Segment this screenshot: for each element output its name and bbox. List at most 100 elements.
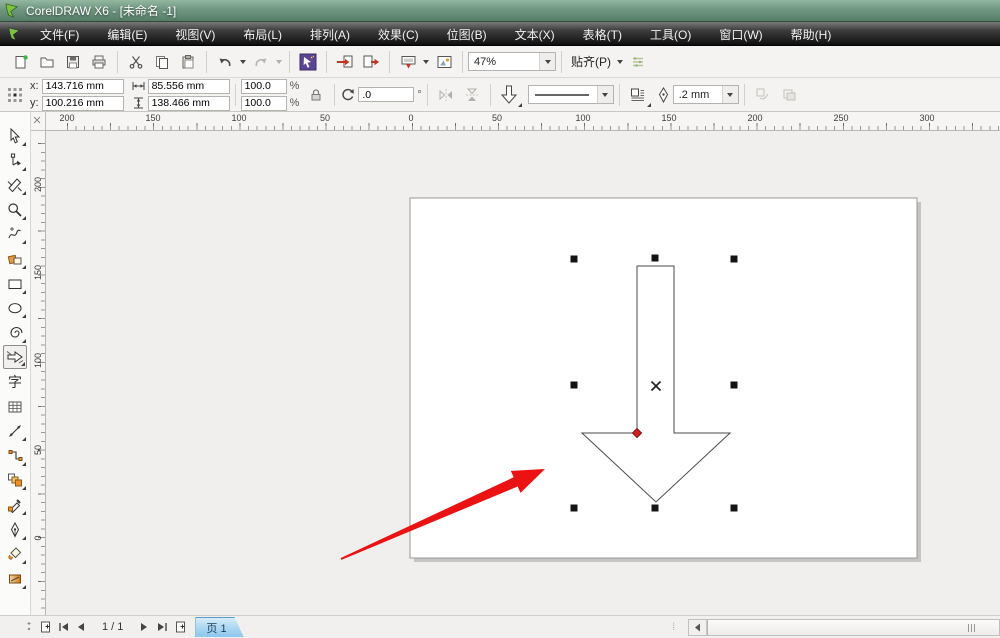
crop-tool-icon <box>7 178 22 193</box>
snap-to-dropdown[interactable] <box>615 49 625 75</box>
drawing-canvas[interactable] <box>46 131 1000 615</box>
outline-style-select[interactable] <box>527 85 614 104</box>
menu-text[interactable]: 文本(X) <box>501 23 569 46</box>
table-tool[interactable] <box>3 395 27 419</box>
horizontal-scrollbar[interactable] <box>688 618 1000 636</box>
paste-button[interactable] <box>175 49 201 75</box>
mirror-horizontal-button[interactable] <box>433 82 459 108</box>
menu-effects[interactable]: 效果(C) <box>364 23 433 46</box>
menu-bitmaps[interactable]: 位图(B) <box>433 23 501 46</box>
application-launcher-dropdown[interactable] <box>421 49 431 75</box>
previous-page-button[interactable] <box>72 618 90 636</box>
menu-table[interactable]: 表格(T) <box>569 23 636 46</box>
first-page-button[interactable] <box>54 618 72 636</box>
interactive-fill-tool[interactable] <box>3 567 27 591</box>
convert-to-curves-button[interactable] <box>750 82 776 108</box>
dimension-tool[interactable] <box>3 419 27 443</box>
basic-shapes-tool[interactable] <box>3 345 27 370</box>
copy-button[interactable] <box>149 49 175 75</box>
horizontal-ruler[interactable]: 200 150 100 50 0 50 100 150 200 250 300 <box>46 112 1000 131</box>
polygon-tool[interactable] <box>3 321 27 345</box>
save-button[interactable] <box>60 49 86 75</box>
rotation-angle-field[interactable] <box>358 87 415 102</box>
menu-arrange[interactable]: 排列(A) <box>296 23 364 46</box>
arrow-shape-picker-button[interactable] <box>496 82 522 108</box>
welcome-screen-button[interactable] <box>431 49 457 75</box>
handle-top-left[interactable] <box>570 255 578 263</box>
ruler-label: 100 <box>231 113 247 123</box>
last-page-button[interactable] <box>153 618 171 636</box>
print-button[interactable] <box>86 49 112 75</box>
handle-top-right[interactable] <box>730 255 738 263</box>
splitter-handle[interactable]: ⁞ <box>672 622 676 633</box>
menu-view[interactable]: 视图(V) <box>161 23 229 46</box>
scale-vertical-field[interactable] <box>240 95 287 111</box>
scale-horizontal-field[interactable] <box>240 78 287 94</box>
chevron-down-icon <box>544 59 551 64</box>
fill-tool[interactable] <box>3 542 27 566</box>
outline-style-preview <box>529 91 597 99</box>
handle-middle-right[interactable] <box>730 381 738 389</box>
menu-edit[interactable]: 编辑(E) <box>93 23 161 46</box>
new-document-button[interactable] <box>8 49 34 75</box>
snap-to-button[interactable]: 贴齐(P) <box>567 53 615 70</box>
height-icon <box>133 97 143 109</box>
handle-bottom-center[interactable] <box>651 504 659 512</box>
scroll-left-button[interactable] <box>689 619 707 635</box>
freehand-tool[interactable] <box>3 222 27 246</box>
zoom-dropdown-button[interactable] <box>539 53 555 70</box>
application-launcher-button[interactable] <box>395 49 421 75</box>
blend-tool[interactable] <box>3 468 27 492</box>
outline-style-dropdown-button[interactable] <box>596 86 613 103</box>
connector-tool[interactable] <box>3 444 27 468</box>
menu-tools[interactable]: 工具(O) <box>636 23 705 46</box>
smart-fill-tool[interactable] <box>3 247 27 271</box>
outline-width-dropdown-button[interactable] <box>721 86 738 103</box>
text-tool[interactable]: 字 <box>3 370 27 394</box>
open-button[interactable] <box>34 49 60 75</box>
zoom-level-select[interactable]: 47% <box>468 52 556 71</box>
export-button[interactable] <box>358 49 384 75</box>
redo-button[interactable] <box>248 49 274 75</box>
scrollbar-thumb[interactable] <box>707 619 999 635</box>
y-position-field[interactable] <box>41 95 124 111</box>
pick-tool[interactable] <box>3 124 27 148</box>
zoom-tool[interactable] <box>3 198 27 222</box>
object-width-field[interactable] <box>147 78 230 94</box>
object-height-field[interactable] <box>147 95 230 111</box>
handle-middle-left[interactable] <box>570 381 578 389</box>
outline-width-select[interactable]: .2 mm <box>672 85 739 104</box>
menu-window[interactable]: 窗口(W) <box>705 23 776 46</box>
mirror-vertical-button[interactable] <box>459 82 485 108</box>
behind-fill-button[interactable] <box>776 82 802 108</box>
crop-tool[interactable] <box>3 173 27 197</box>
lock-ratio-button[interactable] <box>303 82 329 108</box>
add-page-before-button[interactable] <box>36 618 54 636</box>
handle-bottom-right[interactable] <box>730 504 738 512</box>
page-tab-1[interactable]: 页 1 <box>195 617 243 637</box>
menu-layout[interactable]: 布局(L) <box>229 23 296 46</box>
menu-file[interactable]: 文件(F) <box>26 23 93 46</box>
ellipse-tool[interactable] <box>3 296 27 320</box>
rectangle-tool[interactable] <box>3 272 27 296</box>
search-content-button[interactable] <box>295 49 321 75</box>
cut-button[interactable] <box>123 49 149 75</box>
undo-button[interactable] <box>212 49 238 75</box>
undo-dropdown[interactable] <box>238 49 248 75</box>
wrap-text-button[interactable] <box>625 82 651 108</box>
redo-dropdown[interactable] <box>274 49 284 75</box>
x-position-field[interactable] <box>41 78 124 94</box>
shape-tool[interactable] <box>3 149 27 173</box>
standard-toolbar: 47% 贴齐(P) <box>0 46 1000 78</box>
menu-help[interactable]: 帮助(H) <box>777 23 846 46</box>
options-button[interactable] <box>625 49 651 75</box>
outline-pen-tool[interactable] <box>3 518 27 542</box>
add-page-after-button[interactable] <box>171 618 189 636</box>
import-button[interactable] <box>332 49 358 75</box>
vertical-ruler[interactable]: 200 150 100 50 0 <box>31 131 46 615</box>
handle-top-center[interactable] <box>651 254 659 262</box>
handle-bottom-left[interactable] <box>570 504 578 512</box>
ruler-origin-corner[interactable] <box>31 112 46 131</box>
eyedropper-tool[interactable] <box>3 493 27 517</box>
next-page-button[interactable] <box>135 618 153 636</box>
